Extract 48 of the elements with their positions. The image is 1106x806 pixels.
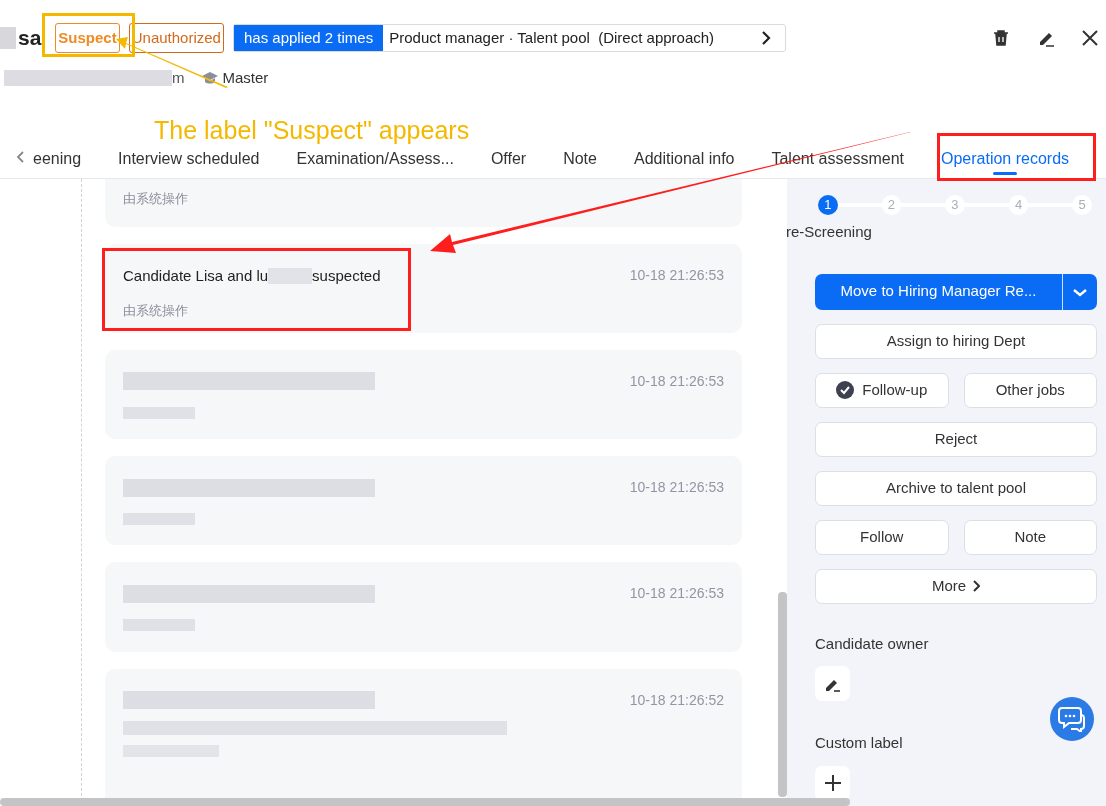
- scrollbar[interactable]: [778, 592, 787, 797]
- close-icon[interactable]: [1082, 30, 1098, 46]
- tab[interactable]: Additional info: [633, 139, 735, 178]
- action-button[interactable]: Note: [963, 519, 1097, 555]
- record-time: 10-18 21:26:53: [629, 371, 724, 391]
- delete-icon[interactable]: [993, 30, 1009, 46]
- action-button[interactable]: Assign to hiring Dept: [815, 323, 1097, 359]
- edit-owner-button[interactable]: [815, 666, 850, 701]
- record-time: 10-18 21:26:52: [629, 690, 724, 710]
- chevron-right-icon: [760, 31, 771, 45]
- record-time: 10-18 21:26:53: [629, 584, 724, 604]
- field-label: Candidate owner: [815, 633, 930, 654]
- action-button[interactable]: More: [815, 568, 1097, 604]
- redacted-name-block: [0, 27, 16, 49]
- tab[interactable]: Note: [563, 139, 597, 178]
- record-time: 10-18 21:26:53: [629, 478, 724, 498]
- action-button[interactable]: Other jobs: [963, 372, 1097, 408]
- stage-label: re-Screening: [786, 222, 873, 242]
- step-marker[interactable]: 1: [818, 195, 838, 215]
- tab[interactable]: eening: [33, 139, 82, 178]
- record-title: suspected: [312, 265, 381, 286]
- check-circle-icon: [836, 381, 855, 399]
- tab[interactable]: Operation records: [941, 139, 1070, 178]
- action-button[interactable]: Archive to talent pool: [815, 470, 1097, 506]
- record-title: Candidate Lisa and lu: [123, 265, 269, 286]
- operator-text: 由系统操作: [123, 302, 189, 320]
- action-button[interactable]: Follow: [815, 519, 949, 555]
- applied-count-label: has applied 2 times: [233, 25, 384, 51]
- graduation-cap-icon: [200, 71, 219, 85]
- record-time: 10-18 21:26:53: [629, 266, 724, 286]
- action-button[interactable]: Reject: [815, 421, 1097, 457]
- applied-history-bar[interactable]: has applied 2 times Product manager · Talent pool (Direct approach): [232, 24, 786, 52]
- action-button[interactable]: Follow-up: [815, 372, 949, 408]
- applied-job-text: Product manager · Talent pool (Direct approach): [388, 27, 716, 48]
- education-text: Master: [222, 67, 269, 88]
- chat-button[interactable]: [1050, 697, 1094, 741]
- candidate-name: sa: [18, 25, 42, 52]
- plus-icon: [823, 774, 842, 792]
- chevron-right-icon: [972, 580, 981, 592]
- chat-bubbles-icon: [1058, 706, 1086, 732]
- scrollbar[interactable]: [0, 798, 850, 806]
- field-label: Custom label: [815, 733, 904, 753]
- chevron-left-icon[interactable]: [16, 151, 24, 163]
- tab[interactable]: Offer: [490, 139, 527, 178]
- email-text: m: [172, 67, 185, 88]
- candidate-tag: Suspect: [55, 23, 120, 53]
- operator-text: 由系统操作: [123, 190, 189, 208]
- add-label-button[interactable]: [815, 765, 850, 801]
